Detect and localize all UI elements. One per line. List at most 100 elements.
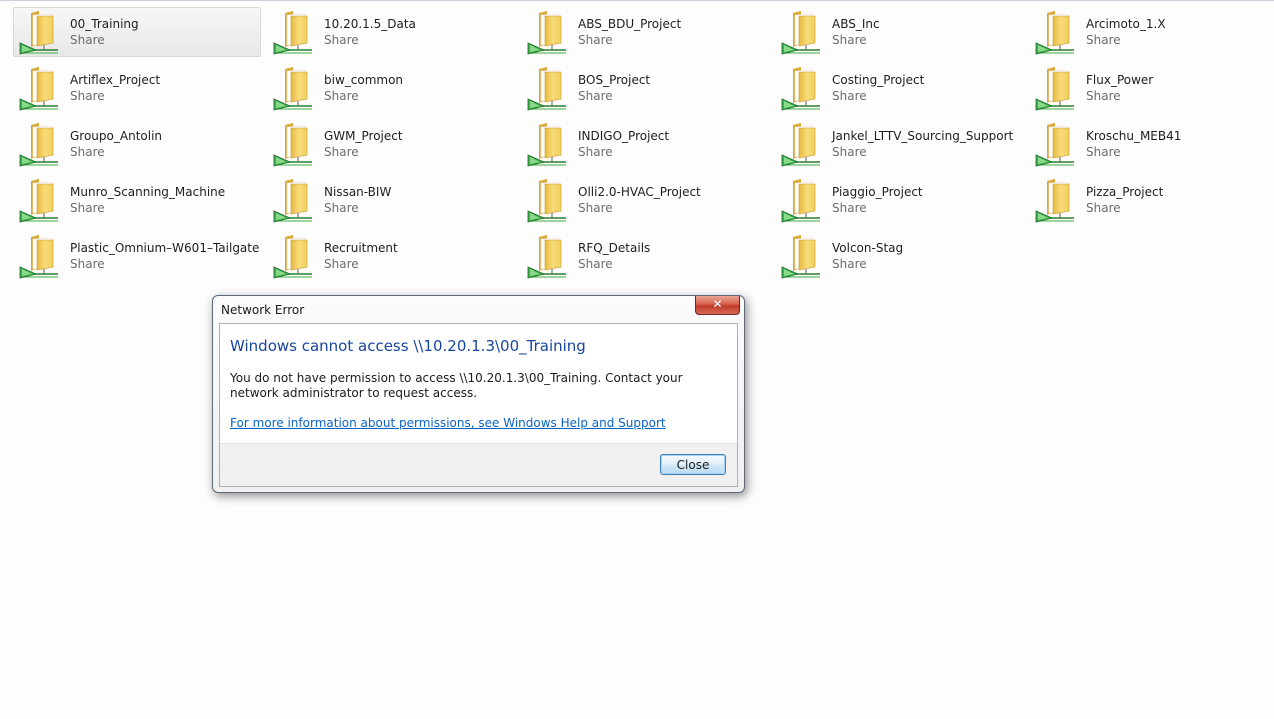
share-type: Share bbox=[1086, 89, 1121, 103]
dialog-title: Network Error bbox=[221, 303, 305, 317]
share-item[interactable]: Groupo_Antolin Share bbox=[13, 119, 261, 169]
share-grid: 00_Training Share 10.20.1.5_Data Share ABS_B… bbox=[0, 0, 1274, 300]
share-item[interactable]: Nissan-BIW Share bbox=[267, 175, 515, 225]
share-name: Jankel_LTTV_Sourcing_Support bbox=[832, 129, 1014, 143]
share-type: Share bbox=[832, 33, 867, 47]
network-share-folder-icon bbox=[781, 179, 820, 223]
dialog-message: You do not have permission to access \\1… bbox=[230, 371, 683, 400]
share-item[interactable]: Munro_Scanning_Machine Share bbox=[13, 175, 261, 225]
close-x-icon[interactable]: ✕ bbox=[695, 296, 740, 315]
main-instruction: Windows cannot access \\10.20.1.3\00_Tra… bbox=[230, 337, 586, 355]
share-name: Costing_Project bbox=[832, 73, 925, 87]
share-name: Plastic_Omnium–W601–Tailgate bbox=[70, 241, 260, 255]
share-type: Share bbox=[70, 201, 105, 215]
share-item[interactable]: Arcimoto_1.X Share bbox=[1029, 7, 1274, 57]
network-share-folder-icon bbox=[527, 179, 566, 223]
share-type: Share bbox=[324, 145, 359, 159]
share-name: Arcimoto_1.X bbox=[1086, 17, 1166, 31]
share-name: Munro_Scanning_Machine bbox=[70, 185, 226, 199]
share-item[interactable]: Pizza_Project Share bbox=[1029, 175, 1274, 225]
share-type: Share bbox=[578, 201, 613, 215]
share-type: Share bbox=[832, 201, 867, 215]
dialog-footer: Close bbox=[220, 443, 737, 486]
share-name: Artiflex_Project bbox=[70, 73, 161, 87]
share-item[interactable]: 10.20.1.5_Data Share bbox=[267, 7, 515, 57]
help-support-link[interactable]: For more information about permissions, … bbox=[230, 416, 666, 430]
share-item[interactable]: ABS_BDU_Project Share bbox=[521, 7, 769, 57]
network-share-folder-icon bbox=[527, 67, 566, 111]
network-share-folder-icon bbox=[781, 67, 820, 111]
share-name: INDIGO_Project bbox=[578, 129, 670, 143]
share-type: Share bbox=[578, 33, 613, 47]
share-item[interactable]: Artiflex_Project Share bbox=[13, 63, 261, 113]
network-share-folder-icon bbox=[19, 67, 58, 111]
share-name: Groupo_Antolin bbox=[70, 129, 163, 143]
share-item[interactable]: biw_common Share bbox=[267, 63, 515, 113]
share-name: 00_Training bbox=[70, 17, 139, 31]
network-share-folder-icon bbox=[527, 123, 566, 167]
share-name: RFQ_Details bbox=[578, 241, 651, 255]
network-share-folder-icon bbox=[273, 235, 312, 279]
share-type: Share bbox=[578, 145, 613, 159]
share-name: Piaggio_Project bbox=[832, 185, 923, 199]
network-share-folder-icon bbox=[781, 235, 820, 279]
network-share-folder-icon bbox=[527, 11, 566, 55]
share-item[interactable]: Jankel_LTTV_Sourcing_Support Share bbox=[775, 119, 1023, 169]
share-name: 10.20.1.5_Data bbox=[324, 17, 416, 31]
share-item[interactable]: Kroschu_MEB41 Share bbox=[1029, 119, 1274, 169]
share-type: Share bbox=[1086, 33, 1121, 47]
share-name: Pizza_Project bbox=[1086, 185, 1164, 199]
share-type: Share bbox=[70, 89, 105, 103]
share-item[interactable]: Plastic_Omnium–W601–Tailgate Share bbox=[13, 231, 261, 281]
close-button[interactable]: Close bbox=[660, 454, 726, 475]
share-type: Share bbox=[70, 33, 105, 47]
network-share-folder-icon bbox=[273, 11, 312, 55]
share-item[interactable]: Recruitment Share bbox=[267, 231, 515, 281]
dialog-content: Windows cannot access \\10.20.1.3\00_Tra… bbox=[219, 323, 738, 487]
share-type: Share bbox=[1086, 145, 1121, 159]
network-share-folder-icon bbox=[19, 235, 58, 279]
share-name: Nissan-BIW bbox=[324, 185, 392, 199]
network-share-folder-icon bbox=[527, 235, 566, 279]
network-share-folder-icon bbox=[273, 67, 312, 111]
share-type: Share bbox=[324, 89, 359, 103]
share-name: ABS_Inc bbox=[832, 17, 880, 31]
share-type: Share bbox=[324, 257, 359, 271]
network-share-folder-icon bbox=[1035, 123, 1074, 167]
network-share-folder-icon bbox=[19, 11, 58, 55]
share-type: Share bbox=[832, 257, 867, 271]
share-item[interactable]: INDIGO_Project Share bbox=[521, 119, 769, 169]
share-item[interactable]: Costing_Project Share bbox=[775, 63, 1023, 113]
network-share-folder-icon bbox=[1035, 11, 1074, 55]
network-share-folder-icon bbox=[781, 11, 820, 55]
share-name: Recruitment bbox=[324, 241, 398, 255]
network-share-folder-icon bbox=[1035, 67, 1074, 111]
share-type: Share bbox=[70, 145, 105, 159]
share-type: Share bbox=[1086, 201, 1121, 215]
share-type: Share bbox=[832, 145, 867, 159]
network-error-dialog: Network Error ✕ Windows cannot access \\… bbox=[212, 295, 745, 493]
share-item[interactable]: Volcon-Stag Share bbox=[775, 231, 1023, 281]
network-share-folder-icon bbox=[781, 123, 820, 167]
share-name: Olli2.0-HVAC_Project bbox=[578, 185, 701, 199]
network-share-folder-icon bbox=[273, 123, 312, 167]
network-share-folder-icon bbox=[1035, 179, 1074, 223]
share-item[interactable]: BOS_Project Share bbox=[521, 63, 769, 113]
share-item[interactable]: Flux_Power Share bbox=[1029, 63, 1274, 113]
share-item[interactable]: ABS_Inc Share bbox=[775, 7, 1023, 57]
share-item[interactable]: RFQ_Details Share bbox=[521, 231, 769, 281]
share-name: Kroschu_MEB41 bbox=[1086, 129, 1182, 143]
share-name: ABS_BDU_Project bbox=[578, 17, 682, 31]
share-name: Flux_Power bbox=[1086, 73, 1154, 87]
network-share-folder-icon bbox=[19, 123, 58, 167]
share-type: Share bbox=[578, 257, 613, 271]
share-name: BOS_Project bbox=[578, 73, 651, 87]
share-item[interactable]: 00_Training Share bbox=[13, 7, 261, 57]
share-item[interactable]: GWM_Project Share bbox=[267, 119, 515, 169]
share-item[interactable]: Olli2.0-HVAC_Project Share bbox=[521, 175, 769, 225]
share-type: Share bbox=[324, 33, 359, 47]
share-type: Share bbox=[578, 89, 613, 103]
share-item[interactable]: Piaggio_Project Share bbox=[775, 175, 1023, 225]
network-share-folder-icon bbox=[19, 179, 58, 223]
share-type: Share bbox=[324, 201, 359, 215]
